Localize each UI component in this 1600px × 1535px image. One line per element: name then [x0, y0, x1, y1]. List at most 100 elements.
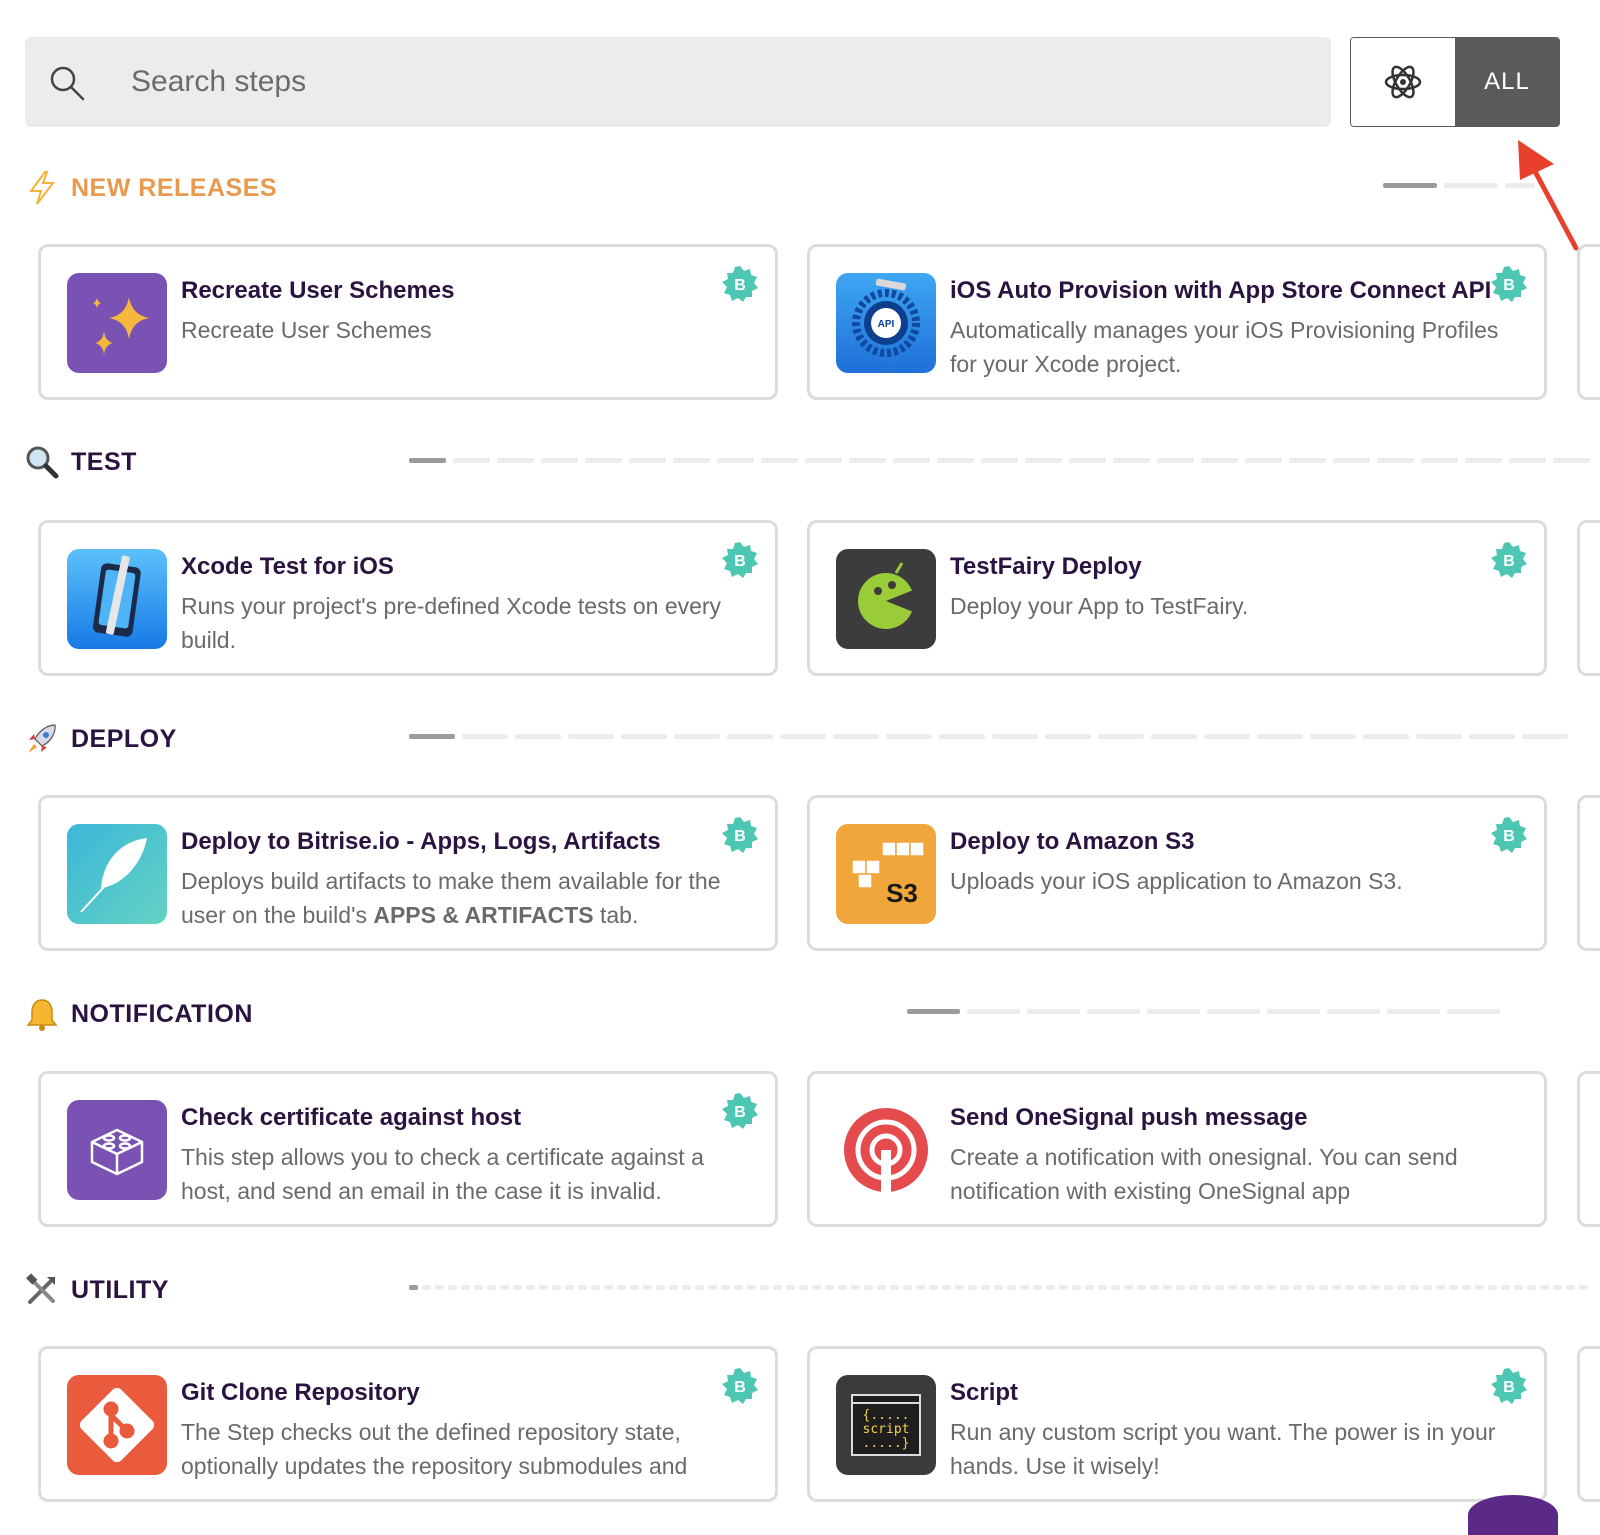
pager-dot[interactable] [1465, 458, 1502, 463]
pager-dot[interactable] [526, 1285, 535, 1290]
pager-dot[interactable] [1319, 1285, 1328, 1290]
pager-dot[interactable] [1509, 458, 1546, 463]
react-filter-button[interactable] [1351, 38, 1455, 126]
pager-dot[interactable] [916, 1285, 925, 1290]
pager-dot[interactable] [1025, 458, 1062, 463]
pager-dot[interactable] [1189, 1285, 1198, 1290]
step-card[interactable]: Check certificate against host This step… [38, 1071, 778, 1227]
pager-dot[interactable] [1377, 458, 1414, 463]
pager-dot[interactable] [812, 1285, 821, 1290]
pager-dot[interactable] [708, 1285, 717, 1290]
pager-dot[interactable] [1245, 458, 1282, 463]
pager-dot[interactable] [1505, 183, 1535, 188]
pager-dot[interactable] [1384, 1285, 1393, 1290]
pager-dot[interactable] [448, 1285, 457, 1290]
pager-dot[interactable] [851, 1285, 860, 1290]
pager-dot[interactable] [893, 458, 930, 463]
pager-dot[interactable] [1098, 1285, 1107, 1290]
pager-dot[interactable] [453, 458, 490, 463]
pager-dot[interactable] [539, 1285, 548, 1290]
pager-dot[interactable] [515, 734, 561, 739]
pager-dot[interactable] [1072, 1285, 1081, 1290]
pager-dot[interactable] [799, 1285, 808, 1290]
next-card-partial[interactable] [1577, 1071, 1600, 1227]
pager-dot[interactable] [967, 1009, 1020, 1014]
pager-dot[interactable] [409, 458, 446, 463]
pager-dot[interactable] [1163, 1285, 1172, 1290]
pager-dot[interactable] [1397, 1285, 1406, 1290]
pager-dot[interactable] [1363, 734, 1409, 739]
pager-dot[interactable] [1228, 1285, 1237, 1290]
pager-dot[interactable] [1267, 1285, 1276, 1290]
pager-dot[interactable] [552, 1285, 561, 1290]
pager-dot[interactable] [568, 734, 614, 739]
pager-dot[interactable] [907, 1009, 960, 1014]
pager-dot[interactable] [864, 1285, 873, 1290]
pager-dot[interactable] [565, 1285, 574, 1290]
search-input[interactable] [105, 37, 1295, 127]
pager-dot[interactable] [717, 458, 754, 463]
pager-dot[interactable] [1416, 734, 1462, 739]
pager-dot[interactable] [1202, 1285, 1211, 1290]
pager-dot[interactable] [773, 1285, 782, 1290]
pager-dot[interactable] [1410, 1285, 1419, 1290]
step-card[interactable]: Deploy to Bitrise.io - Apps, Logs, Artif… [38, 795, 778, 951]
pager-dot[interactable] [849, 458, 886, 463]
next-card-partial[interactable] [1577, 520, 1600, 676]
pager-dot[interactable] [1150, 1285, 1159, 1290]
pager-dot[interactable] [1267, 1009, 1320, 1014]
pager-dot[interactable] [604, 1285, 613, 1290]
pager-dot[interactable] [1333, 458, 1370, 463]
section-pager[interactable] [409, 734, 1568, 740]
pager-dot[interactable] [877, 1285, 886, 1290]
section-pager[interactable] [907, 1009, 1500, 1015]
pager-dot[interactable] [805, 458, 842, 463]
pager-dot[interactable] [1215, 1285, 1224, 1290]
pager-dot[interactable] [1383, 183, 1437, 188]
pager-dot[interactable] [461, 1285, 470, 1290]
pager-dot[interactable] [585, 458, 622, 463]
pager-dot[interactable] [1069, 458, 1106, 463]
pager-dot[interactable] [890, 1285, 899, 1290]
pager-dot[interactable] [1327, 1009, 1380, 1014]
pager-dot[interactable] [1540, 1285, 1549, 1290]
pager-dot[interactable] [721, 1285, 730, 1290]
search-bar[interactable] [25, 37, 1331, 127]
pager-dot[interactable] [1566, 1285, 1575, 1290]
pager-dot[interactable] [682, 1285, 691, 1290]
step-card[interactable]: API iOS Auto Provision with App Store Co… [807, 244, 1547, 400]
pager-dot[interactable] [1345, 1285, 1354, 1290]
pager-dot[interactable] [1007, 1285, 1016, 1290]
pager-dot[interactable] [1514, 1285, 1523, 1290]
pager-dot[interactable] [727, 734, 773, 739]
pager-dot[interactable] [1488, 1285, 1497, 1290]
pager-dot[interactable] [786, 1285, 795, 1290]
pager-dot[interactable] [487, 1285, 496, 1290]
pager-dot[interactable] [1387, 1009, 1440, 1014]
pager-dot[interactable] [1045, 734, 1091, 739]
pager-dot[interactable] [1137, 1285, 1146, 1290]
pager-dot[interactable] [1358, 1285, 1367, 1290]
next-card-partial[interactable] [1577, 1346, 1600, 1502]
pager-dot[interactable] [1371, 1285, 1380, 1290]
pager-dot[interactable] [1553, 458, 1590, 463]
pager-dot[interactable] [578, 1285, 587, 1290]
pager-dot[interactable] [1046, 1285, 1055, 1290]
pager-dot[interactable] [630, 1285, 639, 1290]
pager-dot[interactable] [1310, 734, 1356, 739]
step-card[interactable]: S3 Deploy to Amazon S3 Uploads your iOS … [807, 795, 1547, 951]
pager-dot[interactable] [1421, 458, 1458, 463]
pager-dot[interactable] [1293, 1285, 1302, 1290]
pager-dot[interactable] [1207, 1009, 1260, 1014]
pager-dot[interactable] [1462, 1285, 1471, 1290]
pager-dot[interactable] [1332, 1285, 1341, 1290]
pager-dot[interactable] [994, 1285, 1003, 1290]
pager-dot[interactable] [838, 1285, 847, 1290]
pager-dot[interactable] [955, 1285, 964, 1290]
pager-dot[interactable] [942, 1285, 951, 1290]
pager-dot[interactable] [1436, 1285, 1445, 1290]
pager-dot[interactable] [1087, 1009, 1140, 1014]
pager-dot[interactable] [981, 1285, 990, 1290]
pager-dot[interactable] [1501, 1285, 1510, 1290]
pager-dot[interactable] [1111, 1285, 1120, 1290]
